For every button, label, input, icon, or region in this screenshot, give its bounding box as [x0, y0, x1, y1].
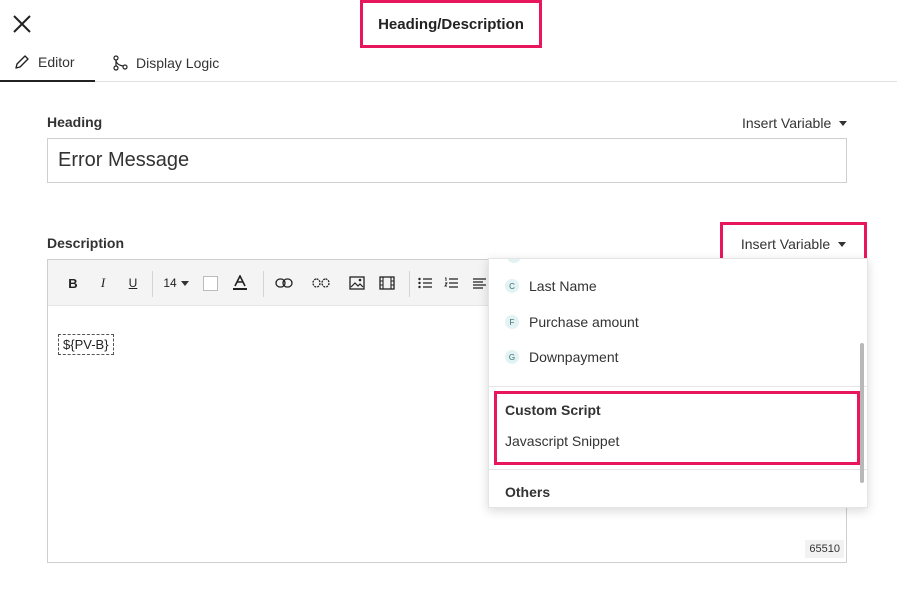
unlink-icon [312, 278, 330, 288]
link-icon [275, 278, 293, 288]
link-button[interactable] [274, 274, 294, 292]
bold-icon: B [68, 275, 78, 291]
partial-badge-icon [508, 259, 520, 263]
caret-down-icon [838, 241, 847, 247]
tab-label: Editor [38, 54, 75, 70]
branch-icon [113, 55, 128, 71]
italic-button[interactable]: I [96, 274, 110, 292]
close-button[interactable] [12, 14, 32, 34]
heading-insert-variable-button[interactable]: Insert Variable [742, 115, 848, 131]
insert-variable-dropdown: C Last Name F Purchase amount G Downpaym… [488, 258, 868, 508]
toolbar-divider [409, 271, 410, 297]
description-insert-variable-button[interactable]: Insert Variable [740, 236, 847, 252]
close-icon [13, 15, 31, 33]
title-highlight: Heading/Description [360, 0, 542, 48]
description-label: Description [47, 235, 125, 251]
image-icon [349, 276, 365, 290]
tab-display-logic[interactable]: Display Logic [112, 44, 219, 82]
character-count: 65510 [805, 540, 844, 558]
dropdown-divider [489, 386, 867, 387]
color-square-icon [202, 275, 218, 291]
font-size-value: 14 [163, 276, 177, 290]
bullet-list-button[interactable] [417, 274, 433, 292]
video-icon [379, 276, 395, 290]
variable-item-label: Downpayment [529, 349, 619, 365]
heading-label: Heading [47, 114, 103, 130]
tab-editor[interactable]: Editor [0, 44, 95, 82]
heading-input-value: Error Message [58, 149, 190, 171]
javascript-snippet-label: Javascript Snippet [505, 433, 620, 449]
underline-icon: U [128, 276, 138, 290]
align-icon [472, 277, 486, 289]
font-color-button[interactable] [232, 274, 248, 292]
numbered-list-icon [444, 277, 458, 288]
caret-down-icon [180, 280, 189, 286]
custom-script-heading: Custom Script [505, 402, 601, 418]
italic-icon: I [100, 275, 106, 290]
tab-bar: Editor Display Logic [0, 44, 897, 82]
variable-type-badge: C [505, 279, 519, 293]
text-color-swatch[interactable] [202, 274, 218, 292]
variable-type-badge: G [505, 350, 519, 364]
page-title: Heading/Description [378, 15, 524, 33]
bullet-list-icon [418, 277, 432, 289]
toolbar-divider [152, 271, 153, 297]
variable-item-label: Last Name [529, 278, 597, 294]
numbered-list-button[interactable] [443, 274, 459, 292]
others-heading: Others [505, 484, 551, 500]
variable-item-purchase-amount[interactable]: F Purchase amount [505, 314, 639, 330]
caret-down-icon [839, 120, 848, 126]
insert-variable-label: Insert Variable [742, 115, 832, 131]
underline-button[interactable]: U [126, 274, 140, 292]
font-color-icon [233, 275, 247, 290]
insert-variable-label: Insert Variable [740, 236, 831, 252]
image-button[interactable] [348, 274, 366, 292]
variable-item-last-name[interactable]: C Last Name [505, 278, 597, 294]
dropdown-scrollbar[interactable] [860, 343, 864, 483]
unlink-button[interactable] [311, 274, 331, 292]
bold-button[interactable]: B [66, 274, 80, 292]
pencil-icon [15, 55, 29, 69]
align-button[interactable] [472, 274, 486, 292]
font-size-select[interactable]: 14 [162, 274, 190, 292]
variable-item-downpayment[interactable]: G Downpayment [505, 349, 619, 365]
video-button[interactable] [378, 274, 396, 292]
heading-input[interactable]: Error Message [47, 138, 847, 183]
toolbar-divider [263, 271, 264, 297]
javascript-snippet-item[interactable]: Javascript Snippet [505, 433, 619, 449]
dropdown-divider [489, 469, 867, 470]
variable-item-label: Purchase amount [529, 314, 639, 330]
variable-placeholder-chip[interactable]: ${PV-B} [58, 334, 114, 355]
tab-label: Display Logic [136, 55, 220, 71]
variable-type-badge: F [505, 315, 519, 329]
